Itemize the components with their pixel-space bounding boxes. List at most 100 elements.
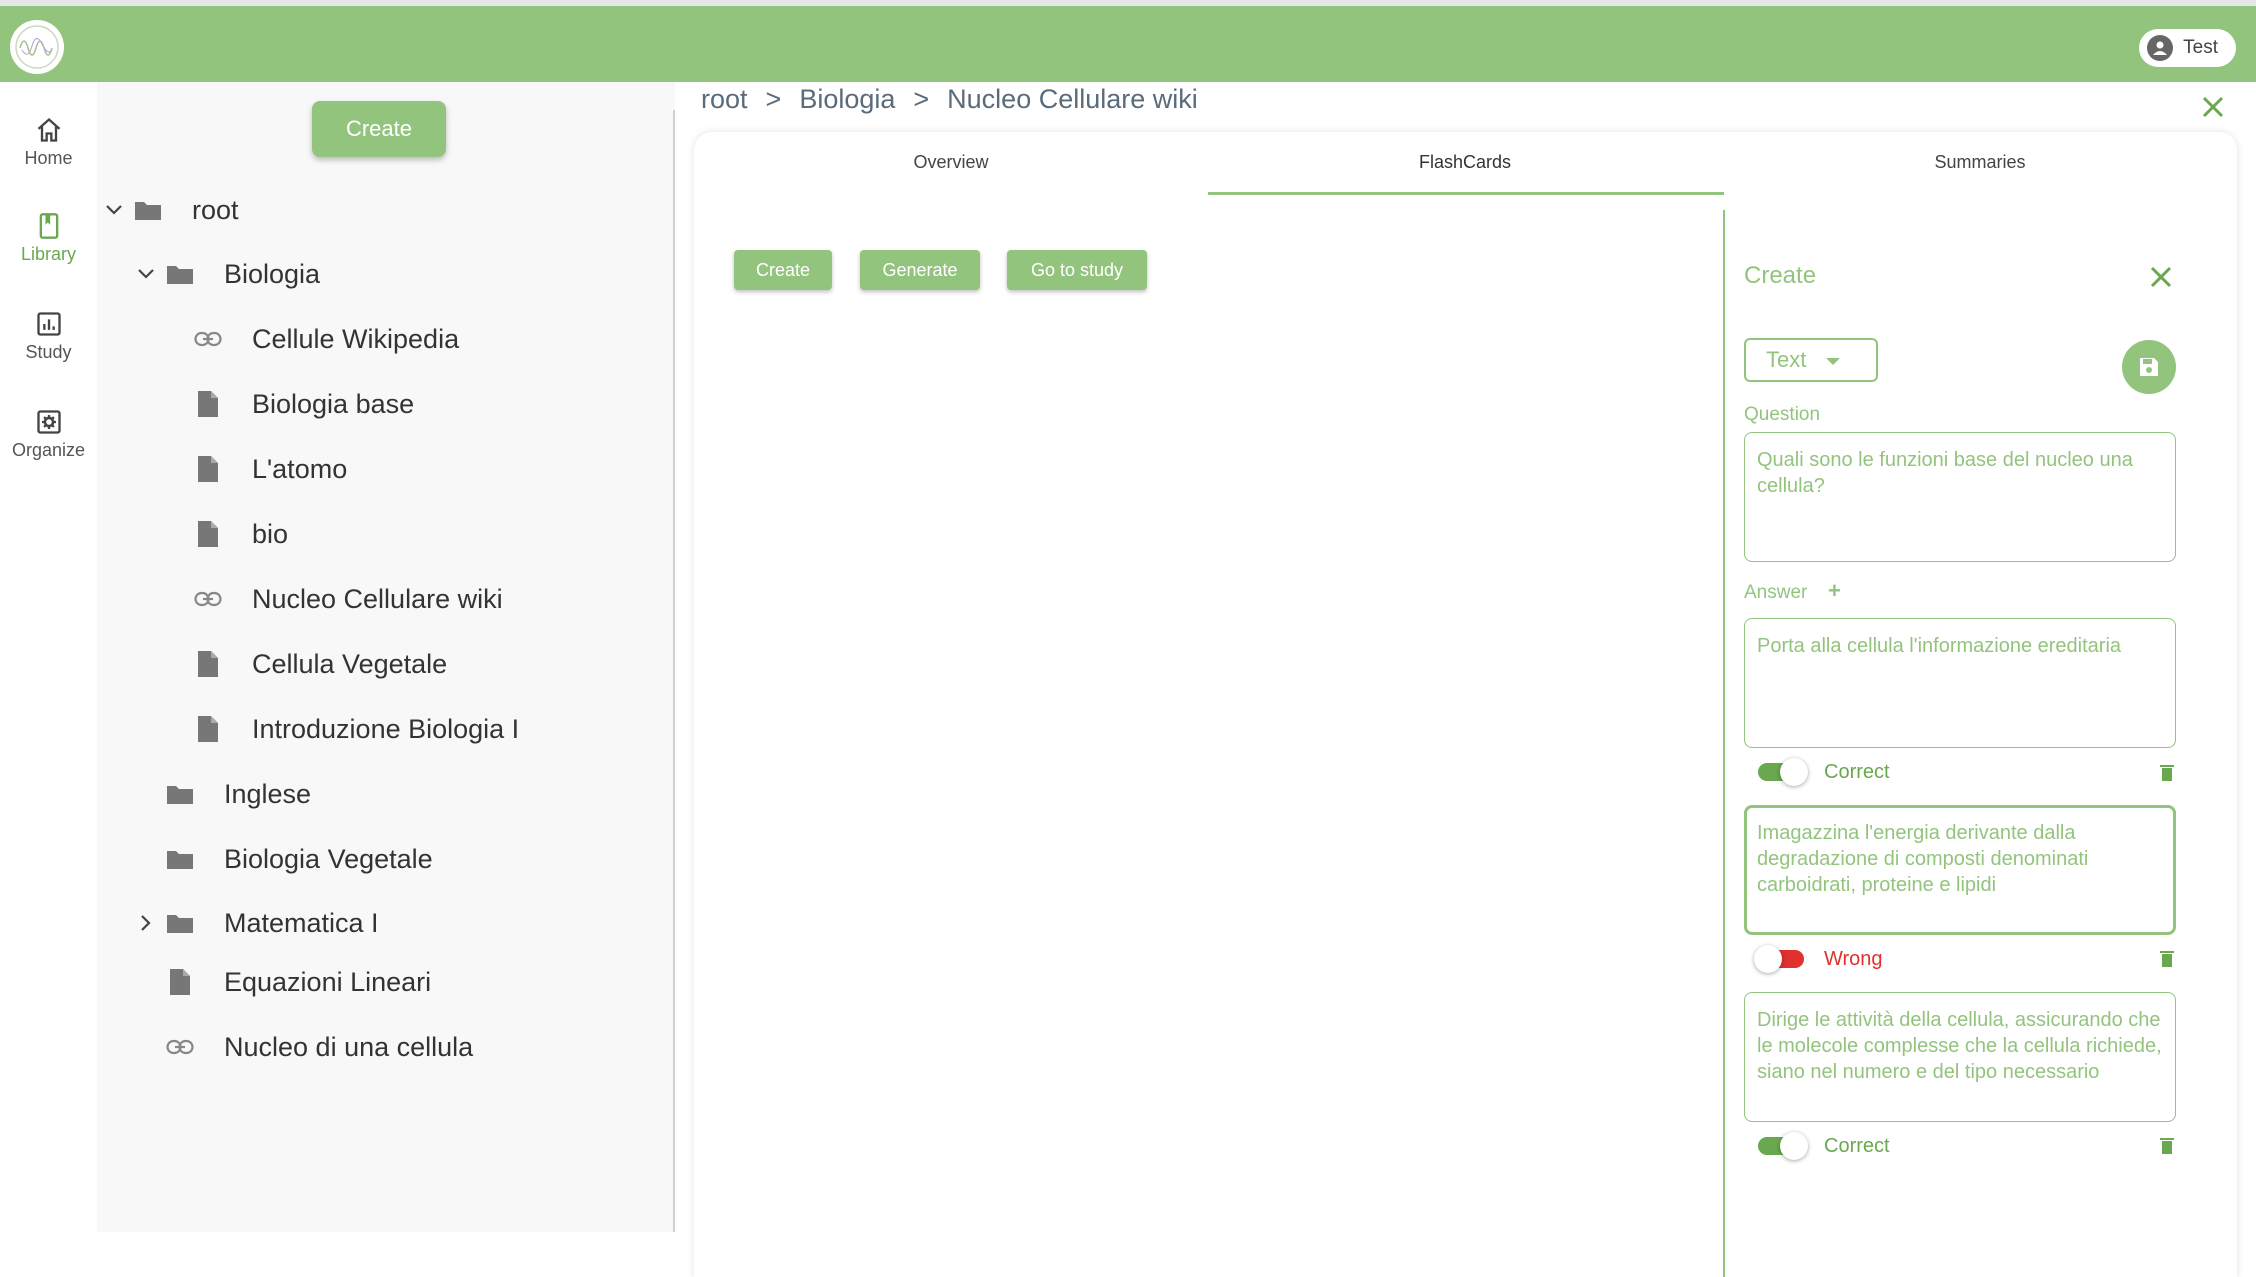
nav-study-label: Study [25,342,72,362]
folder-icon [160,848,200,870]
tree-item-nucleo-cellulare-wiki[interactable]: Nucleo Cellulare wiki [160,577,503,621]
save-button[interactable] [2122,340,2176,394]
tree-item-label: Cellule Wikipedia [252,323,460,354]
file-icon [188,650,228,678]
create-button[interactable]: Create [312,101,446,157]
tree-item-cellula-vegetale[interactable]: Cellula Vegetale [160,642,447,686]
chevron-down-icon[interactable] [100,205,128,215]
user-avatar-icon [2147,35,2174,61]
folder-icon [160,783,200,805]
active-tab-indicator [1208,192,1724,195]
tree-item-cellule-wikipedia[interactable]: Cellule Wikipedia [160,317,459,361]
save-icon [2140,358,2158,376]
answer-3-correct-toggle-row: Correct [1758,1131,1890,1161]
answer-3-toggle[interactable] [1758,1132,1808,1160]
book-icon [39,213,58,239]
tree-item-label: Cellula Vegetale [252,648,448,679]
home-icon [37,117,60,142]
tree-item-biologia-base[interactable]: Biologia base [160,382,414,426]
tab-overview[interactable]: Overview [694,152,1208,202]
delete-answer-3-icon[interactable] [2160,1137,2174,1160]
tree-item-inglese[interactable]: Inglese [132,772,311,816]
tree-item-label: Nucleo Cellulare wiki [252,583,503,614]
tree-item-label: Inglese [224,778,312,809]
answer-textarea-1[interactable]: Porta alla cellula l'informazione eredit… [1744,618,2176,748]
folder-icon [160,912,200,934]
create-flashcard-button[interactable]: Create [734,250,832,290]
nav-home-label: Home [24,148,73,168]
answer-3-status: Correct [1824,1134,1890,1157]
breadcrumb-item-root[interactable]: root [701,84,748,115]
link-icon [188,591,228,607]
tree-item-nucleo-di-una-cellula[interactable]: Nucleo di una cellula [132,1025,473,1069]
tree-item-label: Introduzione Biologia I [252,713,520,744]
tree-item-biologia-vegetale[interactable]: Biologia Vegetale [132,837,433,881]
folder-icon [128,199,168,221]
type-select[interactable]: Text [1744,338,1878,382]
answer-2-status: Wrong [1824,947,1883,970]
link-icon [160,1039,200,1055]
go-to-study-button[interactable]: Go to study [1007,250,1147,290]
resource-card: Overview FlashCards Summaries Create Gen… [694,132,2237,1277]
type-select-value: Text [1766,347,1807,372]
tab-summaries-label: Summaries [1934,152,2026,172]
tree-item-matematica[interactable]: Matematica I [132,901,379,945]
breadcrumb: root > Biologia > Nucleo Cellulare wiki [701,84,1198,115]
file-icon [188,520,228,548]
tree-item-label: Biologia [224,258,321,289]
answer-2-toggle[interactable] [1754,945,1804,973]
panel-divider[interactable] [673,110,675,1232]
panel-title: Create [1744,262,1817,289]
tree-item-label: Nucleo di una cellula [224,1031,474,1062]
close-icon[interactable] [2202,96,2224,123]
generate-button[interactable]: Generate [860,250,980,290]
breadcrumb-item-current: Nucleo Cellulare wiki [947,84,1198,114]
chart-icon [36,312,61,336]
tree-item-biologia[interactable]: Biologia [132,252,320,296]
answer-1-correct-toggle-row: Correct [1758,757,1890,787]
tree-item-latomo[interactable]: L'atomo [160,447,347,491]
nav-organize[interactable]: Organize [0,408,97,461]
tree-item-label: Biologia base [252,388,415,419]
tree-item-bio[interactable]: bio [160,512,288,556]
question-label: Question [1744,404,1821,425]
file-icon [188,715,228,743]
caret-down-icon [1826,358,1840,365]
user-name: Test [2183,37,2218,58]
app-header: Test [0,6,2256,82]
file-icon [188,390,228,418]
tab-flashcards-label: FlashCards [1418,152,1512,172]
close-panel-icon[interactable] [2150,266,2172,293]
flashcards-divider [1723,210,1725,1277]
link-icon [188,331,228,347]
nav-library[interactable]: Library [0,212,97,265]
answer-2-wrong-toggle-row: Wrong [1754,944,1883,974]
gear-icon [36,410,61,434]
answer-textarea-2[interactable]: Imagazzina l'energia derivante dalla deg… [1744,805,2176,935]
breadcrumb-item-biologia[interactable]: Biologia [799,84,895,115]
add-answer-icon[interactable]: + [1828,578,1841,604]
nav-library-label: Library [20,244,77,264]
file-icon [160,968,200,996]
delete-answer-2-icon[interactable] [2160,950,2174,973]
tree-item-label: Equazioni Lineari [224,966,432,997]
chevron-down-icon[interactable] [132,269,160,279]
tree-item-root[interactable]: root [100,188,239,232]
tree-item-introduzione-biologia[interactable]: Introduzione Biologia I [160,707,519,751]
folder-icon [160,263,200,285]
app-logo-icon[interactable] [10,20,64,74]
answer-1-toggle[interactable] [1758,758,1808,786]
breadcrumb-separator: > [765,84,782,114]
tab-summaries[interactable]: Summaries [1723,152,2237,202]
chevron-right-icon[interactable] [132,915,160,931]
user-menu-button[interactable]: Test [2139,29,2236,67]
answer-1-status: Correct [1824,760,1890,783]
file-icon [188,455,228,483]
nav-study[interactable]: Study [0,310,97,363]
answer-textarea-3[interactable]: Dirige le attività della cellula, assicu… [1744,992,2176,1122]
delete-answer-1-icon[interactable] [2160,764,2174,787]
nav-home[interactable]: Home [0,116,97,169]
left-navigation: Home Library Study Organize [0,82,97,1277]
tree-item-equazioni-lineari[interactable]: Equazioni Lineari [132,960,431,1004]
question-textarea[interactable]: Quali sono le funzioni base del nucleo u… [1744,432,2176,562]
